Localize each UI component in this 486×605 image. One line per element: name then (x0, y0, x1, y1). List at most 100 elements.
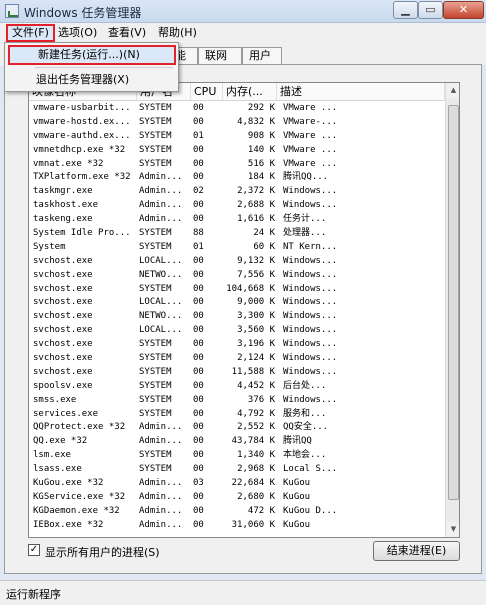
process-row[interactable]: System SYSTEM 01 60 K NT Kern... (29, 241, 445, 255)
process-user-name: SYSTEM (139, 241, 172, 252)
process-description: Windows... (283, 255, 338, 266)
scroll-down-arrow-icon[interactable]: ▼ (446, 522, 459, 537)
process-row[interactable]: taskeng.exe Admin... 00 1,616 K 任务计... (29, 213, 445, 227)
title-bar: Windows 任务管理器 ▁ ▭ ✕ (0, 0, 486, 23)
process-row[interactable]: vmware-hostd.ex... SYSTEM 00 4,832 K VMware-… (29, 116, 445, 130)
process-memory: 2,372 K (237, 186, 275, 197)
process-cpu: 00 (193, 519, 204, 530)
process-cpu: 01 (193, 130, 204, 141)
process-description: 腾讯QQ (283, 436, 312, 447)
process-row[interactable]: lsass.exe SYSTEM 00 2,968 K Local S... (29, 463, 445, 477)
process-row[interactable]: svchost.exe SYSTEM 00 3,196 K Windows... (29, 338, 445, 352)
process-row[interactable]: svchost.exe NETWO... 00 7,556 K Windows... (29, 269, 445, 283)
process-row[interactable]: vmnat.exe *32 SYSTEM 00 516 K VMware ... (29, 158, 445, 172)
process-memory: 2,680 K (237, 491, 275, 502)
process-row[interactable]: svchost.exe NETWO... 00 3,300 K Windows... (29, 310, 445, 324)
menu-item-exit[interactable]: 退出任务管理器(X) (8, 70, 176, 90)
process-row[interactable]: smss.exe SYSTEM 00 376 K Windows... (29, 394, 445, 408)
process-cpu: 00 (193, 464, 204, 475)
column-description[interactable]: 描述 (277, 83, 445, 101)
process-user-name: Admin... (139, 214, 183, 225)
process-image-name: KuGou.exe *32 (33, 478, 104, 489)
process-row[interactable]: TXPlatform.exe *32 Admin... 00 184 K 腾讯QQ... (29, 171, 445, 185)
minimize-button[interactable]: ▁ (393, 1, 418, 19)
process-description: VMware-... (283, 116, 338, 127)
process-row[interactable]: vmnetdhcp.exe *32 SYSTEM 00 140 K VMware ... (29, 144, 445, 158)
process-memory: 7,556 K (237, 269, 275, 280)
process-description: 服务和... (283, 408, 327, 419)
process-row[interactable]: spoolsv.exe SYSTEM 00 4,452 K 后台处... (29, 380, 445, 394)
process-row[interactable]: QQ.exe *32 Admin... 00 43,784 K 腾讯QQ (29, 435, 445, 449)
process-user-name: Admin... (139, 186, 183, 197)
process-row[interactable]: lsm.exe SYSTEM 00 1,340 K 本地会... (29, 449, 445, 463)
process-row[interactable]: svchost.exe SYSTEM 00 104,668 K Windows... (29, 283, 445, 297)
process-image-name: taskmgr.exe (33, 186, 93, 197)
show-all-users-checkbox[interactable]: ✓ (28, 544, 40, 556)
process-image-name: QQ.exe *32 (33, 436, 88, 447)
column-cpu[interactable]: CPU (191, 83, 223, 101)
process-row[interactable]: taskmgr.exe Admin... 02 2,372 K Windows... (29, 185, 445, 199)
process-row[interactable]: KGService.exe *32 Admin... 00 2,680 K KuGou (29, 491, 445, 505)
end-process-button[interactable]: 结束进程(E) (373, 541, 460, 561)
process-image-name: KGService.exe *32 (33, 491, 126, 502)
process-image-name: KGDaemon.exe *32 (33, 505, 120, 516)
process-row[interactable]: services.exe SYSTEM 00 4,792 K 服务和... (29, 408, 445, 422)
process-description: Windows... (283, 269, 338, 280)
process-memory: 43,784 K (231, 436, 275, 447)
process-row[interactable]: KuGou.exe *32 Admin... 03 22,684 K KuGou (29, 477, 445, 491)
process-image-name: QQProtect.exe *32 (33, 422, 126, 433)
status-bar: 运行新程序 (0, 580, 486, 605)
menu-bar: 文件(F) 选项(O) 查看(V) 帮助(H) (0, 23, 486, 43)
process-user-name: SYSTEM (139, 366, 172, 377)
process-description: Windows... (283, 297, 338, 308)
scrollbar-thumb[interactable] (448, 105, 459, 500)
process-memory: 2,688 K (237, 200, 275, 211)
process-list[interactable]: 映像名称 用户名 CPU 内存(... 描述 vmware-usbarbit..… (28, 82, 460, 538)
menu-view[interactable]: 查看(V) (104, 25, 150, 41)
menu-item-new-task[interactable]: 新建任务(运行...)(N) (8, 45, 176, 65)
scroll-up-arrow-icon[interactable]: ▲ (446, 83, 459, 98)
menu-help[interactable]: 帮助(H) (154, 25, 201, 41)
process-row[interactable]: vmware-authd.ex... SYSTEM 01 908 K VMware ..… (29, 130, 445, 144)
process-description: QQ安全... (283, 422, 329, 433)
menu-options[interactable]: 选项(O) (54, 25, 101, 41)
process-image-name: svchost.exe (33, 297, 93, 308)
process-row[interactable]: svchost.exe SYSTEM 00 11,588 K Windows... (29, 366, 445, 380)
process-row[interactable]: IEBox.exe *32 Admin... 00 31,060 K KuGou (29, 519, 445, 533)
process-row[interactable]: KGDaemon.exe *32 Admin... 00 472 K KuGou D..… (29, 505, 445, 519)
process-row[interactable]: svchost.exe LOCAL... 00 9,000 K Windows... (29, 296, 445, 310)
tab-networking[interactable]: 联网 (198, 47, 242, 65)
process-row[interactable]: System Idle Pro... SYSTEM 88 24 K 处理器... (29, 227, 445, 241)
process-description: 后台处... (283, 380, 327, 391)
process-image-name: vmnat.exe *32 (33, 158, 104, 169)
show-all-users-label[interactable]: 显示所有用户的进程(S) (45, 544, 160, 560)
process-cpu: 00 (193, 366, 204, 377)
process-row[interactable]: taskhost.exe Admin... 00 2,688 K Windows... (29, 199, 445, 213)
column-memory[interactable]: 内存(... (223, 83, 277, 101)
maximize-button[interactable]: ▭ (418, 1, 443, 19)
process-memory: 2,124 K (237, 353, 275, 364)
process-user-name: Admin... (139, 172, 183, 183)
process-cpu: 02 (193, 186, 204, 197)
tab-users[interactable]: 用户 (242, 47, 282, 65)
close-button[interactable]: ✕ (443, 1, 484, 19)
process-row[interactable]: svchost.exe SYSTEM 00 2,124 K Windows... (29, 352, 445, 366)
menu-file[interactable]: 文件(F) (6, 24, 55, 42)
process-image-name: TXPlatform.exe *32 (33, 172, 131, 183)
process-cpu: 00 (193, 144, 204, 155)
process-description: VMware ... (283, 130, 338, 141)
process-cpu: 00 (193, 325, 204, 336)
process-description: 腾讯QQ... (283, 172, 329, 183)
process-user-name: Admin... (139, 491, 183, 502)
process-memory: 9,000 K (237, 297, 275, 308)
process-memory: 292 K (247, 103, 275, 113)
vertical-scrollbar[interactable]: ▲ ▼ (445, 83, 459, 537)
process-user-name: SYSTEM (139, 408, 172, 419)
process-row[interactable]: svchost.exe LOCAL... 00 3,560 K Windows... (29, 324, 445, 338)
process-row[interactable]: svchost.exe LOCAL... 00 9,132 K Windows... (29, 255, 445, 269)
process-image-name: System Idle Pro... (33, 228, 131, 239)
menu-separator (35, 67, 173, 68)
process-description: Windows... (283, 325, 338, 336)
process-row[interactable]: QQProtect.exe *32 Admin... 00 2,552 K QQ安全..… (29, 421, 445, 435)
process-row[interactable]: vmware-usbarbit... SYSTEM 00 292 K VMware ..… (29, 102, 445, 116)
